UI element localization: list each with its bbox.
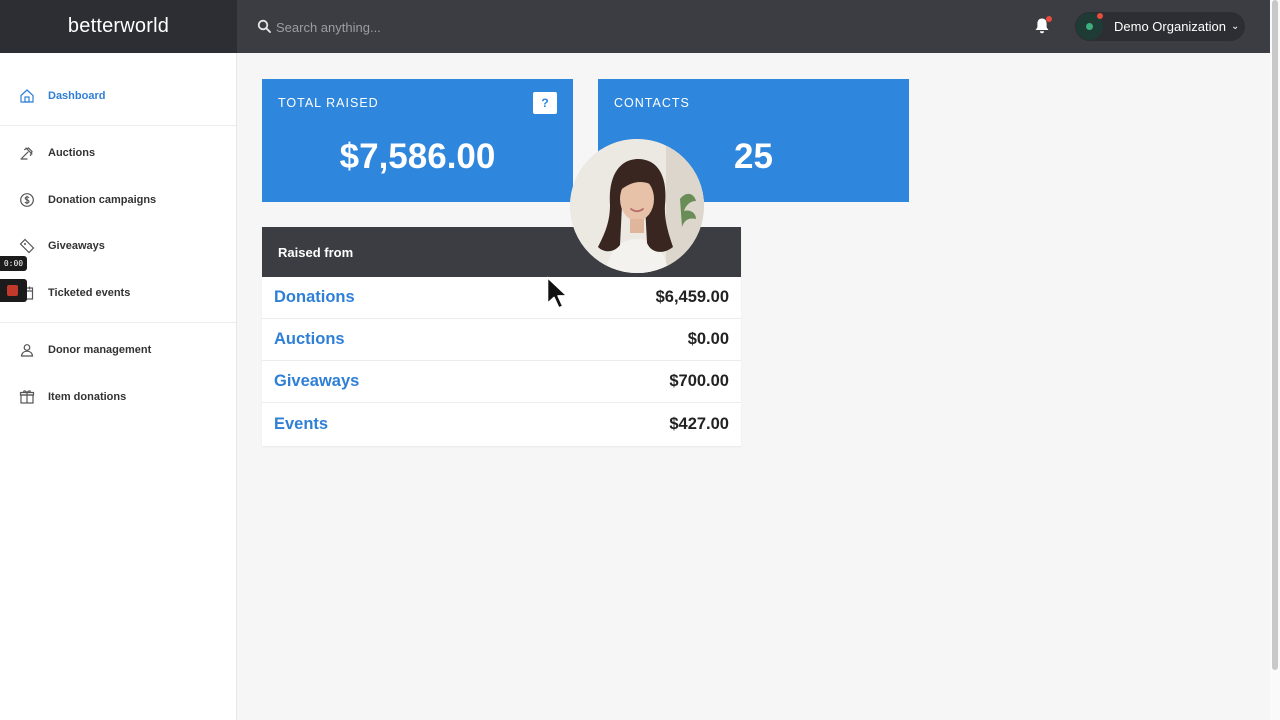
page-scrollbar[interactable] bbox=[1270, 0, 1280, 720]
source-amount: $700.00 bbox=[669, 372, 729, 390]
sidebar: Dashboard Auctions Donation campaigns Gi… bbox=[0, 53, 237, 720]
stop-icon bbox=[7, 285, 18, 296]
org-name: Demo Organization bbox=[1114, 19, 1226, 34]
source-link-giveaways[interactable]: Giveaways bbox=[274, 372, 359, 391]
chevron-down-icon: ⌄ bbox=[1231, 21, 1240, 32]
card-title: CONTACTS bbox=[614, 96, 690, 110]
people-icon bbox=[20, 344, 34, 357]
source-amount: $427.00 bbox=[669, 414, 729, 433]
brand-name: betterworld bbox=[67, 15, 170, 37]
gift-box-icon bbox=[19, 390, 35, 404]
sidebar-divider bbox=[0, 125, 236, 126]
sidebar-item-ticketed-events[interactable]: Ticketed events bbox=[0, 273, 236, 313]
source-link-donations[interactable]: Donations bbox=[274, 288, 355, 307]
sidebar-item-label: Ticketed events bbox=[48, 287, 131, 299]
sidebar-item-dashboard[interactable]: Dashboard bbox=[0, 76, 236, 116]
total-raised-value: $7,586.00 bbox=[339, 137, 496, 176]
ticket-icon bbox=[19, 238, 35, 254]
dollar-coin-icon bbox=[20, 193, 34, 207]
source-amount: $6,459.00 bbox=[655, 288, 729, 306]
stop-recording-button[interactable] bbox=[0, 279, 27, 302]
sidebar-item-label: Dashboard bbox=[48, 90, 106, 102]
sidebar-item-label: Auctions bbox=[48, 147, 96, 159]
sidebar-item-label: Giveaways bbox=[48, 240, 105, 252]
source-amount: $0.00 bbox=[687, 330, 729, 348]
sidebar-item-item-donations[interactable]: Item donations bbox=[0, 377, 236, 417]
recording-timer: 0:00 bbox=[0, 256, 27, 271]
sidebar-item-label: Donation campaigns bbox=[48, 194, 157, 206]
top-bar: Demo Organization ⌄ bbox=[237, 0, 1270, 53]
scrollbar-thumb[interactable] bbox=[1272, 0, 1278, 670]
search-icon bbox=[257, 19, 271, 33]
brand-logo[interactable]: betterworld bbox=[0, 0, 237, 53]
webcam-bubble[interactable] bbox=[570, 139, 704, 273]
notification-dot bbox=[1046, 16, 1052, 22]
gavel-icon bbox=[20, 147, 33, 160]
org-switcher[interactable]: Demo Organization ⌄ bbox=[1075, 12, 1245, 41]
sidebar-item-label: Item donations bbox=[48, 391, 127, 403]
search-input[interactable] bbox=[276, 15, 676, 39]
source-link-auctions[interactable]: Auctions bbox=[274, 330, 345, 349]
mouse-cursor-icon bbox=[546, 276, 568, 309]
table-row: Events $427.00 bbox=[262, 403, 741, 445]
org-avatar bbox=[1076, 13, 1103, 40]
sidebar-item-donor-management[interactable]: Donor management bbox=[0, 330, 236, 370]
sidebar-item-auctions[interactable]: Auctions bbox=[0, 133, 236, 173]
sidebar-item-donation-campaigns[interactable]: Donation campaigns bbox=[0, 180, 236, 220]
sidebar-item-label: Donor management bbox=[48, 344, 152, 356]
table-row: Auctions $0.00 bbox=[262, 319, 741, 361]
home-icon bbox=[20, 89, 34, 103]
total-raised-card: TOTAL RAISED ? $7,586.00 bbox=[262, 79, 573, 202]
sidebar-item-giveaways[interactable]: Giveaways bbox=[0, 226, 236, 266]
help-button[interactable]: ? bbox=[533, 92, 557, 114]
table-row: Donations $6,459.00 bbox=[262, 277, 741, 319]
source-link-events[interactable]: Events bbox=[274, 415, 328, 434]
presenter-video bbox=[570, 139, 704, 273]
sidebar-divider bbox=[0, 322, 236, 323]
table-row: Giveaways $700.00 bbox=[262, 361, 741, 403]
card-title: TOTAL RAISED bbox=[278, 96, 379, 110]
